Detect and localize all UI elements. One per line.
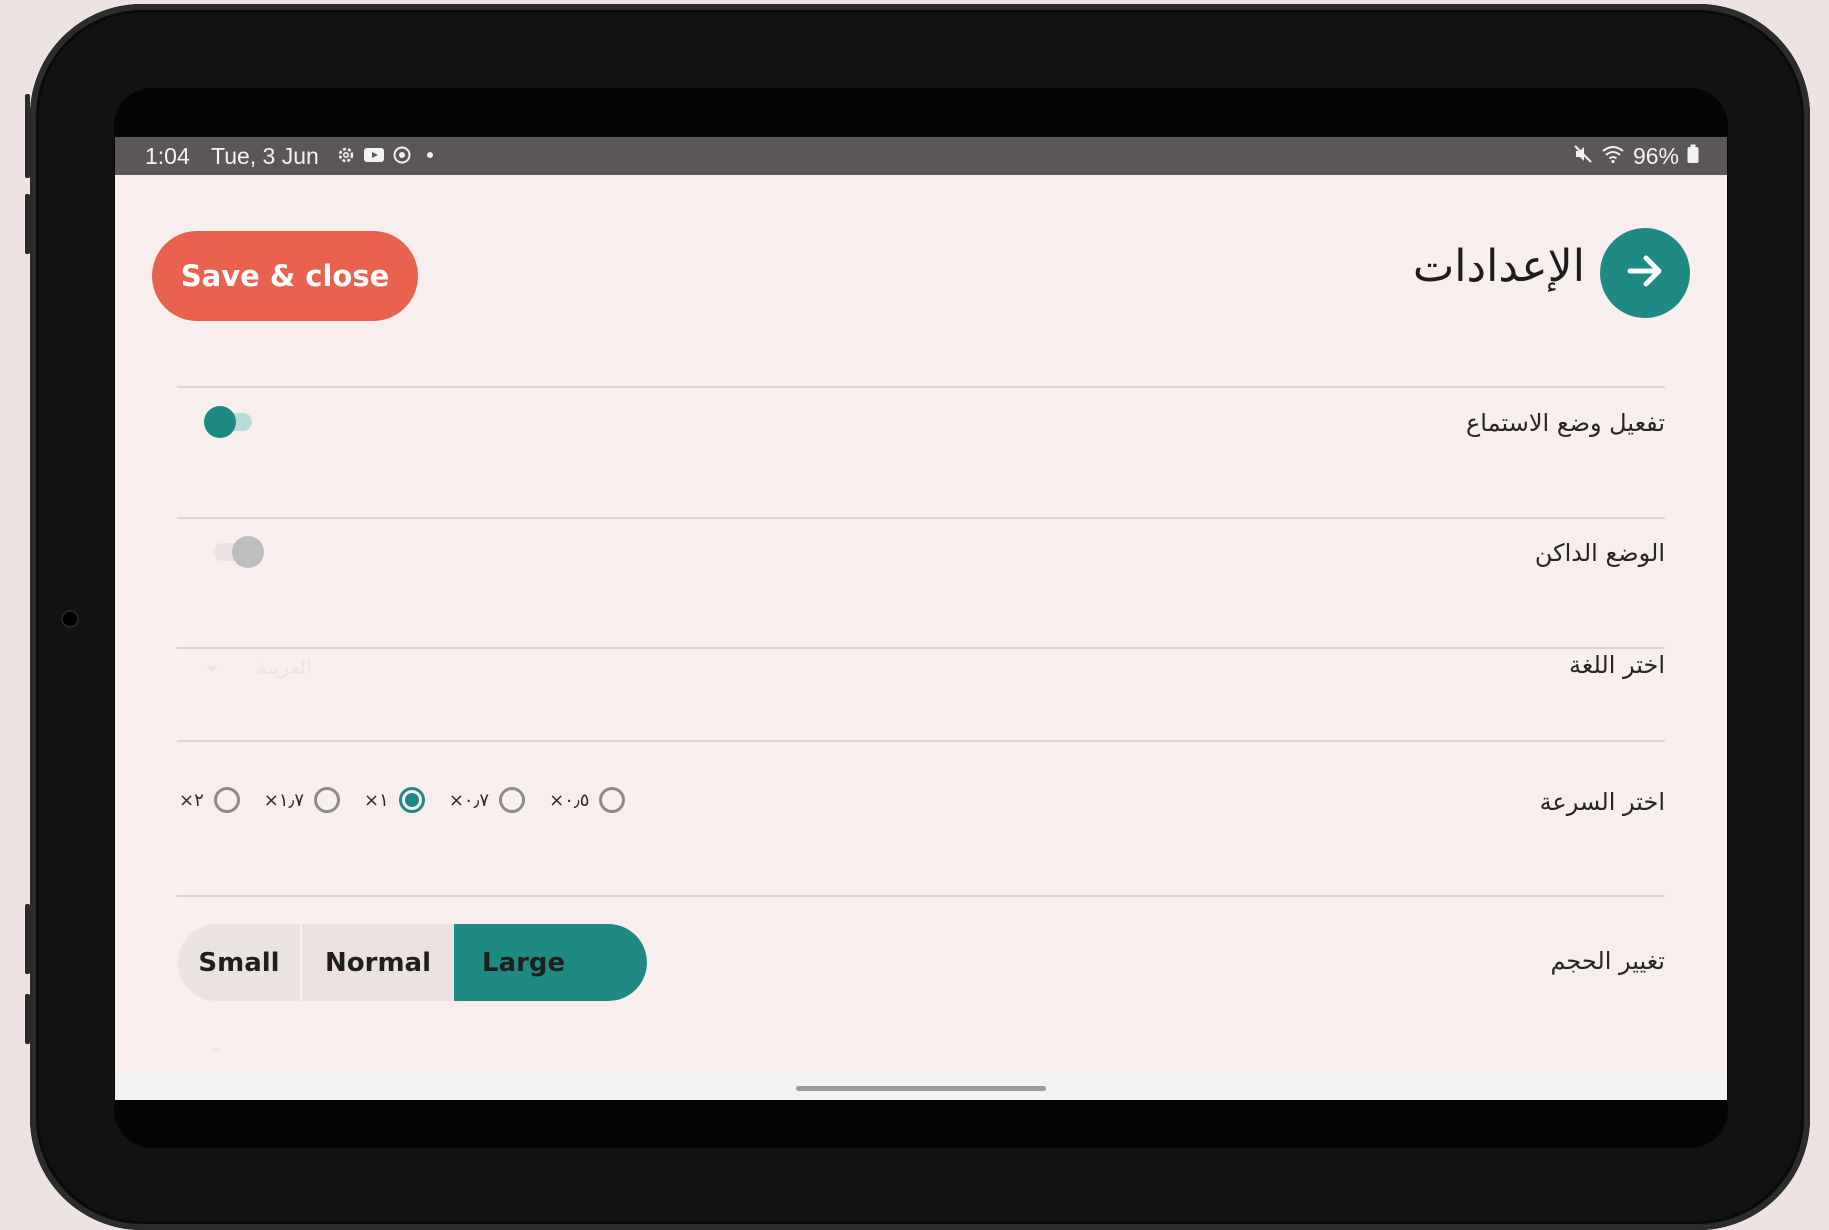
speed-option-label: ×٠٫٧ [448,789,490,811]
listening-mode-toggle[interactable] [200,402,260,442]
speed-option-label: ×١٫٧ [263,789,305,811]
wifi-icon [1601,143,1625,170]
sync-icon [391,144,413,166]
page-title: الإعدادات [1412,241,1585,292]
front-camera [63,612,77,626]
language-label: اختر اللغة [1569,651,1665,679]
dark-mode-toggle[interactable] [210,532,270,572]
radio-button-selected[interactable] [398,787,425,813]
speed-option-selected[interactable]: ×١ [364,787,441,813]
size-normal-option[interactable]: Normal [302,924,454,1001]
radio-button[interactable] [499,787,526,813]
size-large-option[interactable]: Large [454,924,647,1001]
listening-mode-label: تفعيل وضع الاستماع [1465,409,1665,437]
youtube-icon [363,144,385,166]
language-select[interactable]: العربية [205,655,312,679]
language-value: العربية [257,655,312,679]
notification-dot [427,152,433,158]
divider [177,895,1665,897]
status-left-icons [335,144,433,166]
divider [177,740,1665,742]
toggle-thumb [232,536,264,568]
dark-mode-label: الوضع الداكن [1534,539,1665,567]
divider [177,647,1665,649]
arrow-right-icon [1622,248,1668,298]
side-button [25,194,30,254]
size-small-option[interactable]: Small [178,924,302,1001]
back-button[interactable] [1600,228,1690,318]
status-right-icons: 96% [1573,143,1699,170]
speed-option-label: ×٢ [179,789,204,811]
radio-button[interactable] [213,787,240,813]
radio-button[interactable] [599,787,626,813]
chevron-down-icon [205,655,219,679]
speed-option[interactable]: ×٠٫٧ [449,787,541,813]
chevron-down-icon [210,1040,222,1059]
speed-option-label: ×٠٫٥ [549,789,590,811]
status-date: Tue, 3 Jun [211,143,319,169]
speed-option[interactable]: ×٢ [179,787,256,813]
size-segmented-control: Small Normal Large [178,924,647,1001]
radio-button[interactable] [314,787,341,813]
side-button [25,904,30,974]
divider [177,517,1665,519]
save-and-close-button[interactable]: Save & close [152,231,418,321]
toggle-thumb [204,406,236,438]
app-screen: 1:04 Tue, 3 Jun 96% Save & close الإعداد… [115,137,1727,1100]
size-label: تغيير الحجم [1550,947,1665,975]
battery-percent: 96% [1632,143,1679,169]
speed-option[interactable]: ×١٫٧ [264,787,356,813]
speed-label: اختر السرعة [1539,788,1665,816]
divider [177,386,1665,388]
side-button [25,994,30,1044]
status-bar: 1:04 Tue, 3 Jun 96% [115,137,1727,175]
side-button [25,94,30,178]
home-indicator[interactable] [796,1086,1046,1091]
speed-radio-group: ×٢ ×١٫٧ ×١ ×٠٫٧ ×٠٫٥ [179,787,649,813]
settings-icon [335,144,357,166]
status-time: 1:04 [145,143,190,169]
speed-option-label: ×١ [364,789,389,811]
mute-icon [1573,143,1593,170]
battery-icon [1687,143,1699,170]
speed-option[interactable]: ×٠٫٥ [549,787,641,813]
